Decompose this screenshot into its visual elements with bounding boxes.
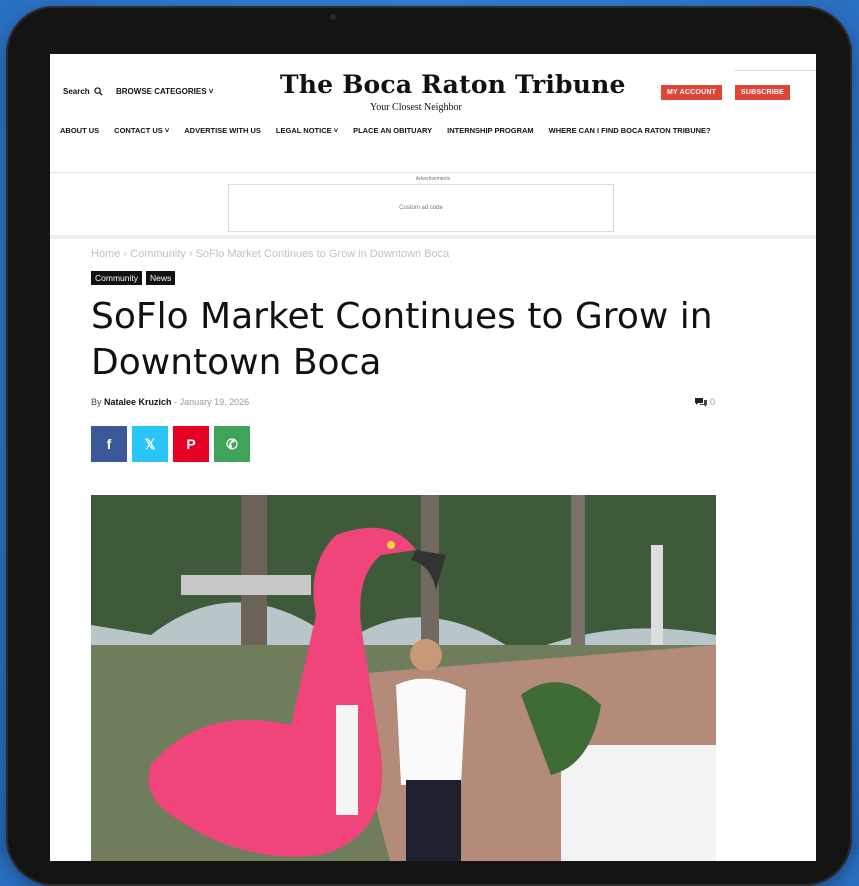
breadcrumb: Home › Community › SoFlo Market Continue… (91, 248, 449, 260)
tag-community[interactable]: Community (91, 271, 142, 285)
facebook-share-button[interactable]: f (91, 426, 127, 462)
share-buttons: f 𝕏 P ✆ (91, 426, 250, 462)
subscribe-button[interactable]: SUBSCRIBE (735, 85, 791, 100)
browser-screen: Search BROWSE CATEGORIES ˅ The Boca Rato… (50, 54, 816, 861)
search-label: Search (63, 87, 90, 96)
nav-item-advertise[interactable]: ADVERTISE WITH US (184, 126, 261, 135)
publish-date: January 19, 2026 (179, 397, 250, 407)
site-logo[interactable]: The Boca Raton Tribune (280, 70, 626, 99)
nav-item-internship[interactable]: INTERNSHIP PROGRAM (447, 126, 534, 135)
byline: By Natalee Kruzich - January 19, 2026 (91, 397, 249, 407)
article-photo (91, 495, 716, 861)
ad-placeholder: Custom ad code (399, 205, 443, 211)
whatsapp-share-button[interactable]: ✆ (214, 426, 250, 462)
ad-slot[interactable]: Custom ad code (228, 184, 614, 232)
facebook-icon: f (106, 436, 112, 452)
chevron-down-icon: ˅ (331, 126, 339, 135)
camera-dot (330, 14, 336, 20)
tablet-frame: Search BROWSE CATEGORIES ˅ The Boca Rato… (6, 6, 852, 886)
comments-count[interactable]: 0 (695, 397, 715, 407)
breadcrumb-community[interactable]: Community (130, 248, 186, 260)
nav-item-obituary[interactable]: PLACE AN OBITUARY (353, 126, 432, 135)
breadcrumb-home[interactable]: Home (91, 248, 120, 260)
tag-news[interactable]: News (145, 271, 176, 285)
browse-label: BROWSE CATEGORIES (116, 87, 207, 96)
browse-categories-menu[interactable]: BROWSE CATEGORIES ˅ (116, 87, 213, 96)
chevron-down-icon: ˅ (162, 126, 170, 135)
divider (734, 70, 816, 71)
site-tagline: Your Closest Neighbor (370, 102, 462, 113)
by-label: By (91, 397, 102, 407)
category-tags: Community News (91, 271, 176, 285)
nav-item-label: LEGAL NOTICE (275, 126, 332, 135)
site-header: Search BROWSE CATEGORIES ˅ The Boca Rato… (50, 54, 816, 173)
search-button[interactable]: Search (63, 87, 103, 96)
main-nav: ABOUT US CONTACT US ˅ ADVERTISE WITH US … (60, 126, 711, 135)
breadcrumb-current: SoFlo Market Continues to Grow in Downto… (195, 248, 450, 260)
x-icon: 𝕏 (144, 435, 156, 452)
comments-number: 0 (710, 397, 716, 407)
search-icon (94, 87, 103, 96)
comment-icon (695, 397, 707, 407)
ad-bar: Advertisements Custom ad code (50, 173, 816, 239)
nav-item-label: CONTACT US (114, 126, 163, 135)
article-title: SoFlo Market Continues to Grow in Downto… (91, 296, 713, 383)
ad-label: Advertisements (415, 176, 451, 182)
author-link[interactable]: Natalee Kruzich (104, 397, 172, 407)
nav-item-legal-notice[interactable]: LEGAL NOTICE ˅ (276, 126, 338, 135)
nav-item-about-us[interactable]: ABOUT US (60, 126, 99, 135)
chevron-down-icon: ˅ (208, 87, 214, 96)
nav-item-where-to-find[interactable]: WHERE CAN I FIND BOCA RATON TRIBUNE? (549, 126, 711, 135)
pinterest-icon: P (186, 436, 196, 452)
x-share-button[interactable]: 𝕏 (132, 426, 168, 462)
whatsapp-icon: ✆ (226, 435, 238, 452)
nav-item-contact-us[interactable]: CONTACT US ˅ (114, 126, 169, 135)
chevron-right-icon: › (188, 248, 196, 260)
my-account-button[interactable]: MY ACCOUNT (661, 85, 723, 100)
pinterest-share-button[interactable]: P (173, 426, 209, 462)
